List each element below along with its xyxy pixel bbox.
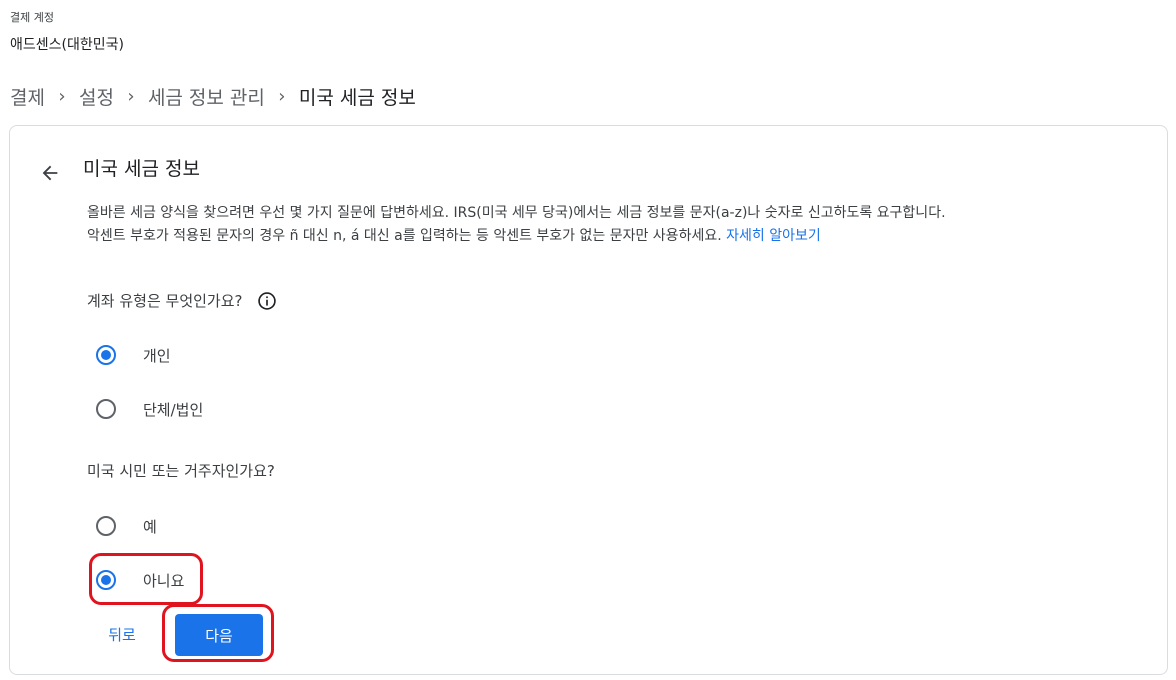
billing-account-label: 결제 계정 [10,11,54,24]
billing-account-name: 애드센스(대한민국) [10,37,124,53]
breadcrumb-chevron-icon: › [127,85,135,107]
radio-button-checked[interactable] [96,345,116,365]
breadcrumb-settings[interactable]: 설정 [79,83,114,110]
intro-line-1: 올바른 세금 양식을 찾으려면 우선 몇 가지 질문에 답변하세요. IRS(미… [87,205,946,221]
breadcrumb-manage-tax-info[interactable]: 세금 정보 관리 [148,83,265,110]
breadcrumb-us-tax-info: 미국 세금 정보 [298,86,416,109]
radio-button-unchecked[interactable] [96,399,116,419]
us-citizen-question: 미국 시민 또는 거주자인가요? [87,460,275,482]
us-citizen-question-text: 미국 시민 또는 거주자인가요? [87,462,275,480]
intro-line-2-text: 악센트 부호가 적용된 문자의 경우 ñ 대신 n, á 대신 a를 입력하는 … [87,228,722,244]
breadcrumb-chevron-icon: › [58,85,66,107]
intro-line-2: 악센트 부호가 적용된 문자의 경우 ñ 대신 n, á 대신 a를 입력하는 … [87,225,1157,248]
arrow-left-icon[interactable] [37,160,63,186]
radio-label-entity: 단체/법인 [143,400,204,419]
radio-no[interactable]: 아니요 [96,568,184,592]
breadcrumb-chevron-icon: › [278,85,286,107]
radio-entity[interactable]: 단체/법인 [96,397,203,421]
radio-yes[interactable]: 예 [96,514,157,538]
breadcrumb: 결제 › 설정 › 세금 정보 관리 › 미국 세금 정보 [10,82,416,110]
radio-label-yes: 예 [143,517,157,536]
account-type-question: 계좌 유형은 무엇인가요? [87,290,277,312]
radio-label-individual: 개인 [143,346,171,365]
radio-label-no: 아니요 [143,571,185,590]
account-type-question-text: 계좌 유형은 무엇인가요? [87,292,243,310]
info-icon[interactable] [257,291,277,311]
radio-individual[interactable]: 개인 [96,343,171,367]
radio-button-checked[interactable] [96,570,116,590]
card-title: 미국 세금 정보 [83,158,200,180]
next-button[interactable]: 다음 [175,614,263,656]
back-button[interactable]: 뒤로 [94,619,150,649]
learn-more-link[interactable]: 자세히 알아보기 [726,228,821,244]
intro-text: 올바른 세금 양식을 찾으려면 우선 몇 가지 질문에 답변하세요. IRS(미… [87,202,1157,248]
breadcrumb-payments[interactable]: 결제 [10,83,45,110]
radio-button-unchecked[interactable] [96,516,116,536]
